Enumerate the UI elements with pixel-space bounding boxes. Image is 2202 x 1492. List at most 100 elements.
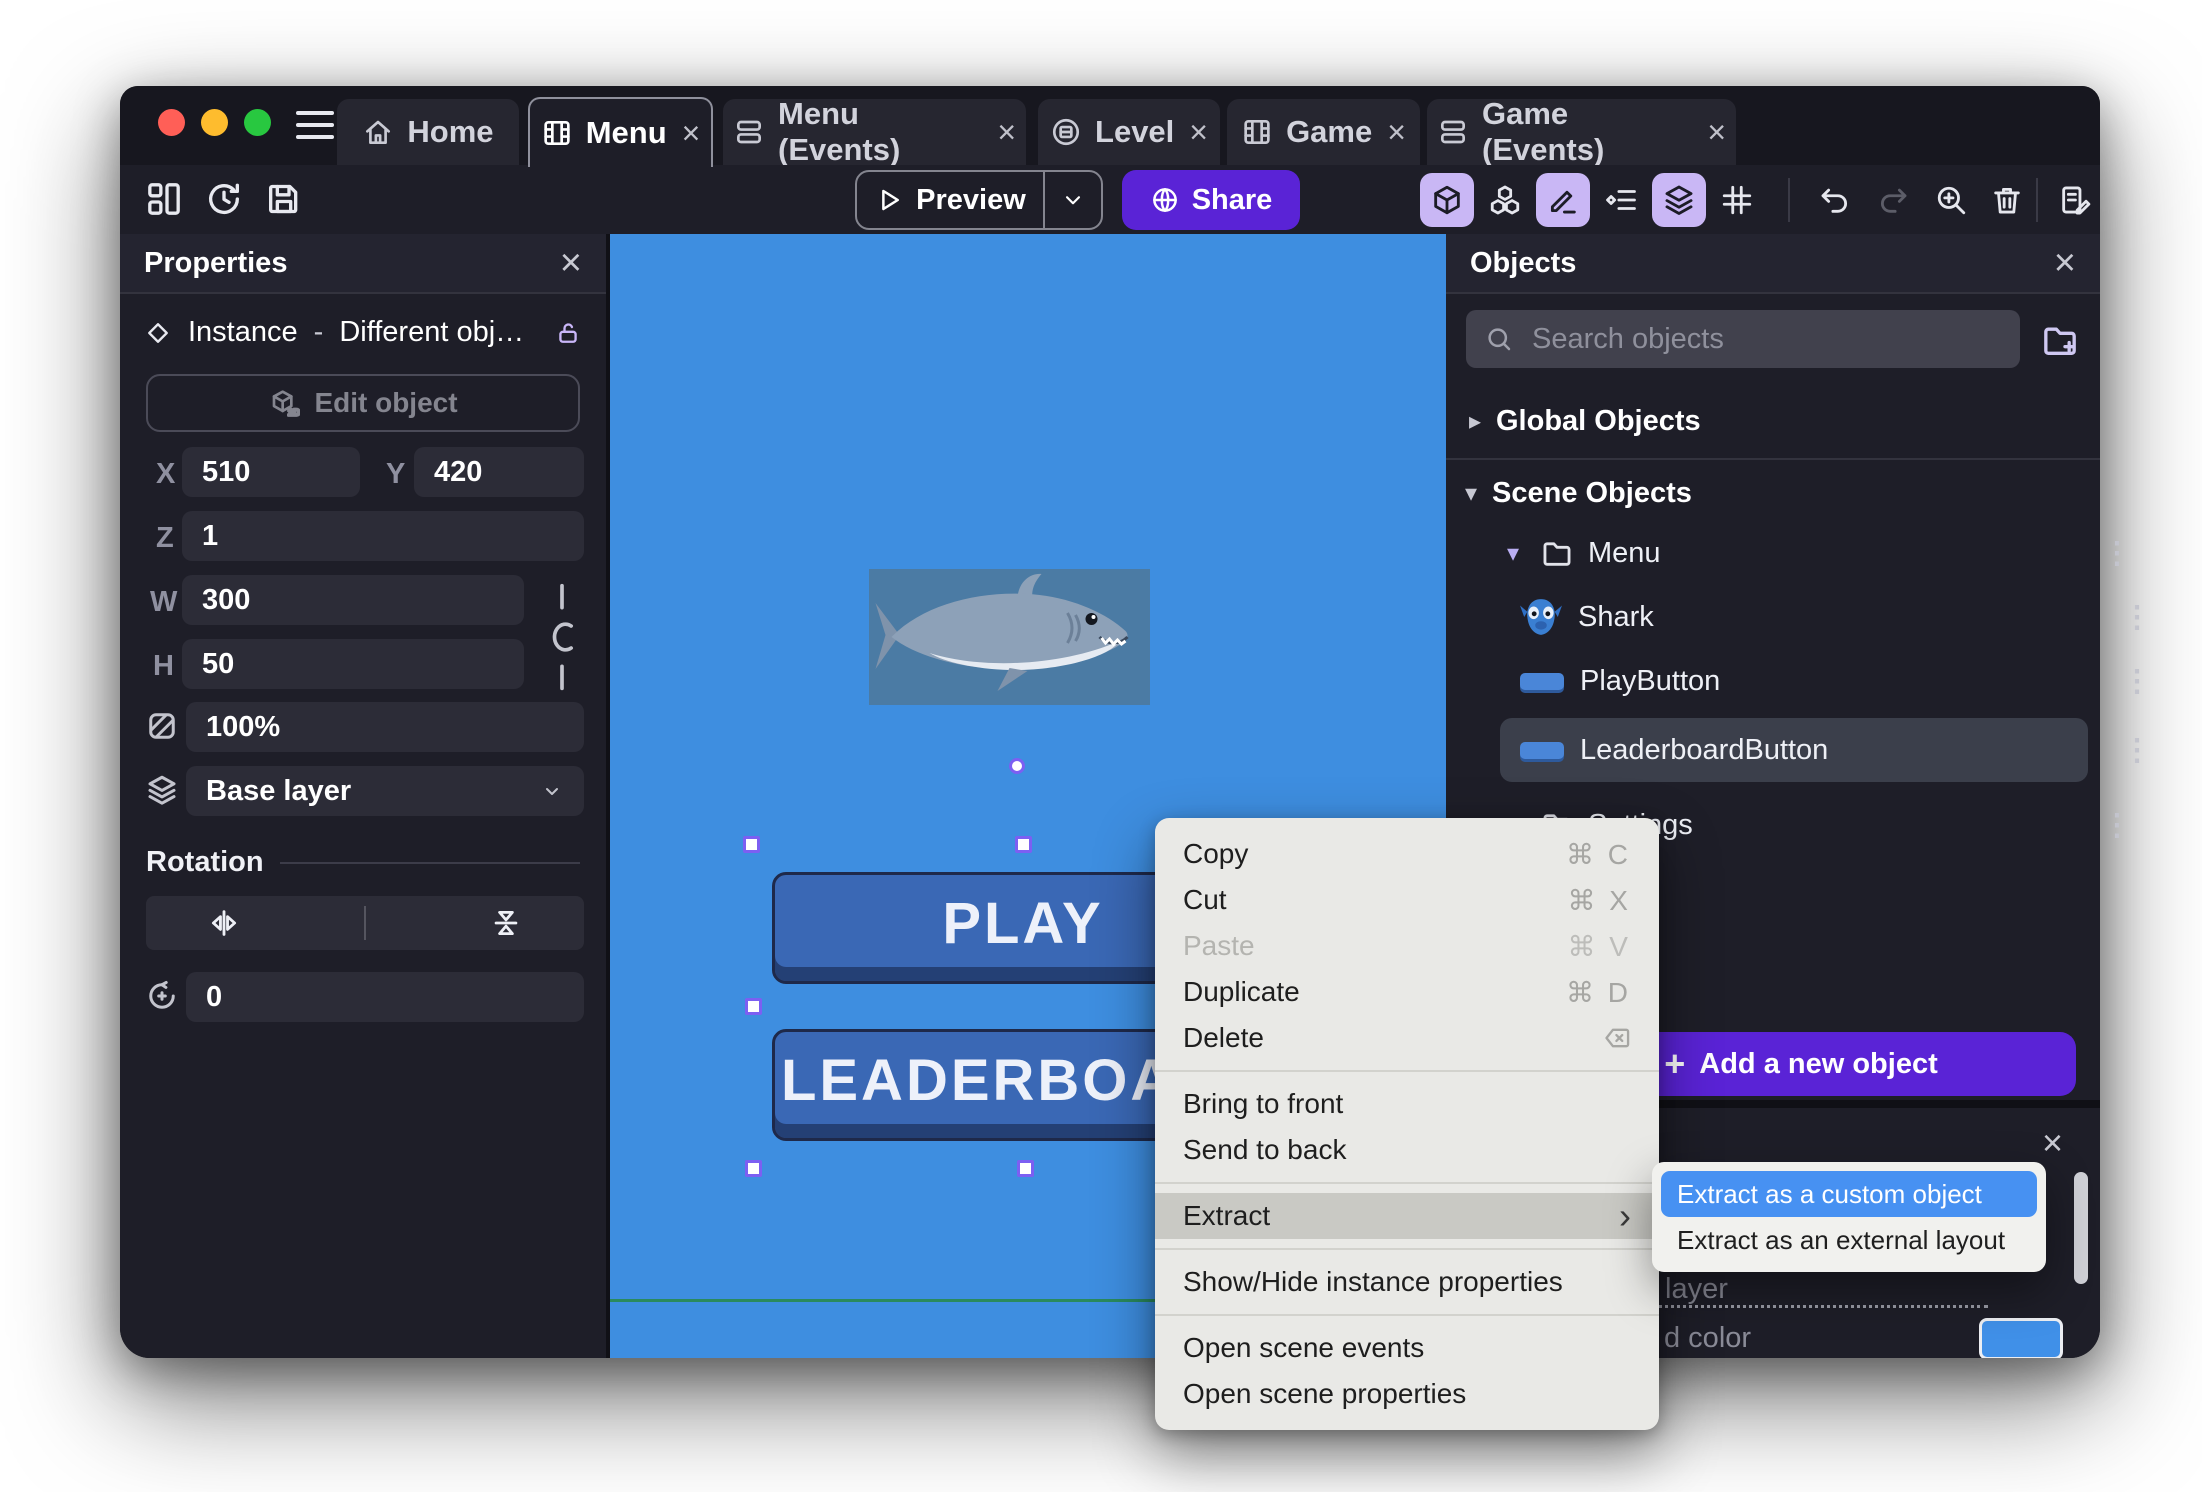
close-icon[interactable]: × [2042,1122,2063,1164]
share-button[interactable]: Share [1122,170,1300,230]
delete-button[interactable] [1980,173,2034,227]
caret-right-icon[interactable]: ▸ [1462,407,1488,436]
selection-handle-top-left[interactable] [743,836,760,853]
menu-item-show-hide-instance-properties[interactable]: Show/Hide instance properties [1155,1259,1659,1305]
menu-item-open-scene-properties[interactable]: Open scene properties [1155,1371,1659,1417]
submenu-item-label: Extract as an external layout [1677,1224,2006,1255]
h-input[interactable] [182,639,524,689]
opacity-input[interactable] [186,702,584,752]
button-thumbnail-icon [1520,741,1564,759]
edit-scene-properties-button[interactable] [2048,173,2102,227]
folder-row-menu[interactable]: ▾ Menu ⋮ [1446,526,2154,580]
menu-item-cut[interactable]: Cut ⌘ X [1155,877,1659,923]
zoom-button[interactable] [1924,173,1978,227]
tab-game[interactable]: Game × [1227,99,1420,165]
menu-item-delete[interactable]: Delete [1155,1015,1659,1061]
pencil-icon [1550,190,1576,214]
caret-down-icon[interactable]: ▾ [1500,539,1526,568]
menu-item-shortcut: ⌘ C [1566,838,1631,870]
unlock-icon[interactable] [554,319,582,347]
tab-close-icon[interactable]: × [997,114,1016,151]
kebab-menu-icon[interactable]: ⋮ [2102,536,2132,571]
toggle-properties-panel-button[interactable] [1536,173,1590,227]
cube-icon [1434,185,1460,215]
background-color-label: d color [1664,1322,1752,1354]
main-menu-icon[interactable] [296,111,334,139]
selection-handle-mid-left[interactable] [745,998,762,1015]
toggle-grid-button[interactable] [1710,173,1764,227]
kebab-menu-icon[interactable]: ⋮ [2102,808,2132,843]
home-icon [366,120,391,144]
panel-scrollbar[interactable] [2074,1172,2088,1284]
close-icon[interactable]: × [560,244,582,282]
flip-horizontal-icon[interactable] [207,906,241,940]
redo-button[interactable] [1866,173,1920,227]
selection-handle-bottom-left[interactable] [745,1160,762,1177]
object-row-leaderboardbutton[interactable]: LeaderboardButton ⋮ [1446,723,2174,777]
history-button[interactable] [204,179,248,223]
maximize-window-button[interactable] [244,109,271,136]
caret-down-icon[interactable]: ▾ [1458,479,1484,508]
close-icon[interactable]: × [2054,244,2076,282]
rotation-input[interactable] [186,972,584,1022]
menu-item-copy[interactable]: Copy ⌘ C [1155,831,1659,877]
search-input[interactable] [1466,310,2020,368]
minimize-window-button[interactable] [201,109,228,136]
submenu-item-extract-external-layout[interactable]: Extract as an external layout [1661,1217,2037,1263]
panels-layout-button[interactable] [144,179,188,223]
tab-home[interactable]: Home [337,99,519,165]
menu-item-open-scene-events[interactable]: Open scene events [1155,1325,1659,1371]
z-input[interactable] [182,511,584,561]
object-row-playbutton[interactable]: PlayButton ⋮ [1446,654,2174,708]
toggle-instances-list-button[interactable] [1594,173,1648,227]
flip-vertical-icon[interactable] [489,906,523,940]
y-input[interactable] [414,447,584,497]
preview-options-button[interactable] [1045,187,1101,213]
menu-item-send-to-back[interactable]: Send to back [1155,1127,1659,1173]
background-color-swatch[interactable] [1979,1318,2063,1358]
edit-object-button[interactable]: 2D Edit object [146,374,580,432]
menu-separator [1155,1314,1659,1316]
group-label: Global Objects [1496,404,1701,437]
toggle-objects-panel-button[interactable] [1420,173,1474,227]
link-dimensions-toggle[interactable] [540,578,584,696]
selection-handle-bottom-center[interactable] [1017,1160,1034,1177]
menu-item-extract[interactable]: Extract › [1155,1193,1659,1239]
h-label: H [153,650,174,682]
object-row-shark[interactable]: Shark ⋮ [1446,590,2174,644]
w-input[interactable] [182,575,524,625]
menu-item-duplicate[interactable]: Duplicate ⌘ D [1155,969,1659,1015]
menu-separator [1155,1248,1659,1250]
undo-button[interactable] [1808,173,1862,227]
save-button[interactable] [264,179,308,223]
tab-close-icon[interactable]: × [1707,114,1726,151]
tab-menu[interactable]: Menu × [528,97,713,167]
preview-label: Preview [916,183,1026,216]
kebab-menu-icon[interactable]: ⋮ [2122,600,2152,635]
tab-level[interactable]: Level × [1038,99,1220,165]
tab-close-icon[interactable]: × [1387,114,1406,151]
kebab-menu-icon[interactable]: ⋮ [2122,733,2152,768]
add-folder-button[interactable] [2040,320,2082,362]
x-input[interactable] [182,447,360,497]
kebab-menu-icon[interactable]: ⋮ [2122,664,2152,699]
scene-objects-group[interactable]: ▾ Scene Objects [1446,466,2112,520]
toggle-layers-panel-button[interactable] [1652,173,1706,227]
tab-label: Game [1286,114,1373,149]
selection-handle-top-center[interactable] [1015,836,1032,853]
tab-close-icon[interactable]: × [1189,114,1208,151]
preview-button[interactable]: Preview [855,170,1103,230]
shark-pectoral-fin [997,668,1028,691]
menu-item-bring-to-front[interactable]: Bring to front [1155,1081,1659,1127]
toggle-object-groups-button[interactable] [1478,173,1532,227]
layer-select[interactable]: Base layer [186,766,584,816]
close-window-button[interactable] [158,109,185,136]
shark-sprite[interactable] [869,569,1150,705]
object-label: LeaderboardButton [1580,733,1829,766]
tab-close-icon[interactable]: × [682,115,701,152]
tab-game-events[interactable]: Game (Events) × [1427,96,1736,167]
rotate-handle[interactable] [1009,758,1025,774]
submenu-item-extract-custom-object[interactable]: Extract as a custom object [1661,1171,2037,1217]
tab-menu-events[interactable]: Menu (Events) × [723,96,1026,167]
global-objects-group[interactable]: ▸ Global Objects [1446,394,2116,448]
